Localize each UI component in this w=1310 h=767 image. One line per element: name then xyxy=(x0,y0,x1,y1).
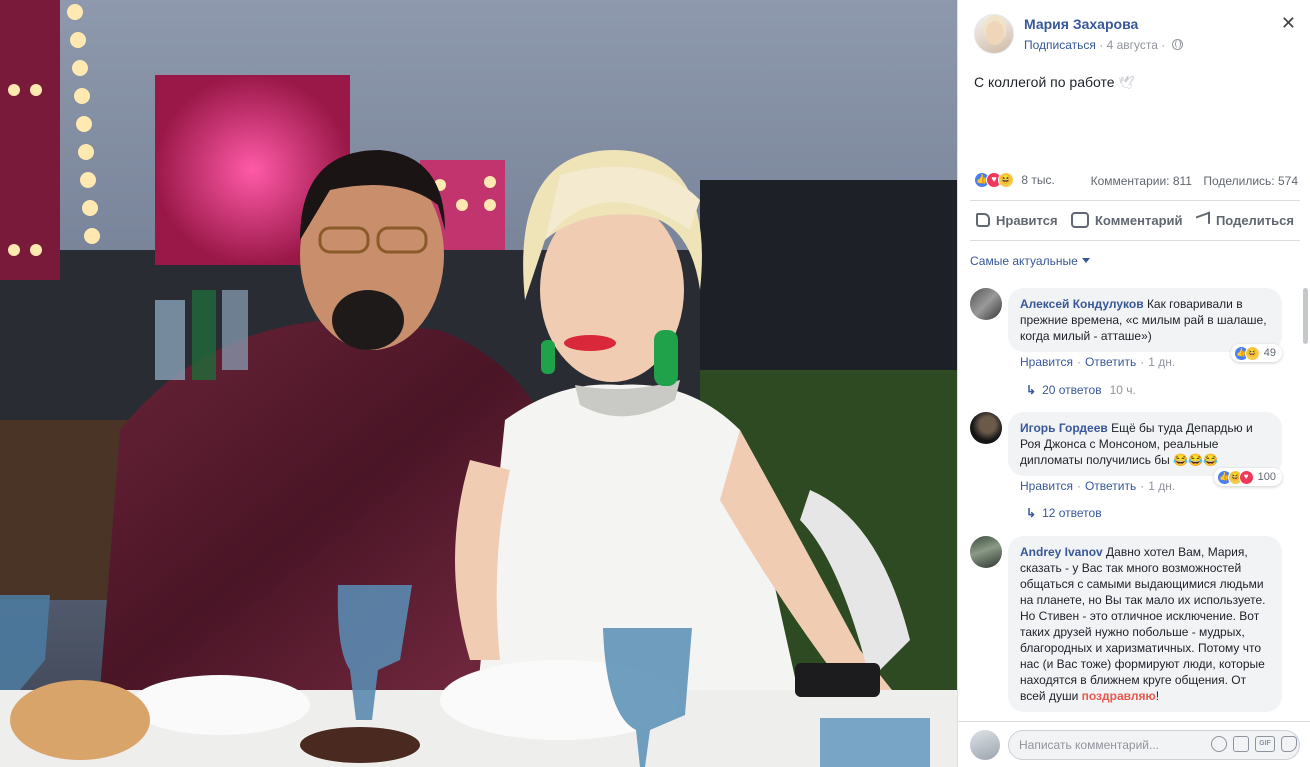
share-button[interactable]: Поделиться xyxy=(1190,206,1300,234)
reactions-bar: 👍 ♥ 😆 8 тыс. Комментарии: 811 Поделились: … xyxy=(974,172,1298,192)
comment-time[interactable]: 1 дн. xyxy=(1148,479,1175,493)
post-meta: Подписаться · 4 августа · xyxy=(1024,38,1183,52)
post-text-body: С коллегой по работе xyxy=(974,74,1115,90)
comment-sort-dropdown[interactable]: Самые актуальные xyxy=(970,254,1090,268)
meta-dot: · xyxy=(1099,38,1107,52)
comment-like-link[interactable]: Нравится xyxy=(1020,479,1073,493)
post-sidebar: Мария Захарова Подписаться · 4 августа ·… xyxy=(957,0,1310,767)
commenter-avatar[interactable] xyxy=(970,536,1002,568)
reply-arrow-icon: ↳ xyxy=(1026,383,1037,397)
commenter-name[interactable]: Алексей Кондулуков xyxy=(1020,297,1144,311)
camera-icon[interactable] xyxy=(1233,736,1249,752)
meta-dot: · xyxy=(1161,38,1169,52)
comment-reply-link[interactable]: Ответить xyxy=(1085,355,1136,369)
commenter-avatar[interactable] xyxy=(970,412,1002,444)
commenter-name[interactable]: Игорь Гордеев xyxy=(1020,421,1108,435)
post-date[interactable]: 4 августа xyxy=(1107,38,1158,52)
comment-like-link[interactable]: Нравится xyxy=(1020,355,1073,369)
commenter-avatar[interactable] xyxy=(970,288,1002,320)
love-reaction-icon: ♥ xyxy=(1238,469,1254,485)
author-avatar[interactable] xyxy=(974,14,1014,54)
comment-button-label: Комментарий xyxy=(1094,212,1183,228)
dove-emoji: 🕊 xyxy=(1118,75,1136,90)
comment-tail: ! xyxy=(1155,689,1160,703)
sticker-icon[interactable] xyxy=(1281,736,1297,752)
comment-text: Давно хотел Вам, Мария, сказать - у Вас … xyxy=(1020,545,1266,703)
comment-highlight: поздравляю xyxy=(1081,689,1156,703)
comment-actions: Нравится · Ответить · 1 дн. xyxy=(1020,479,1176,493)
comment-reactions-count: 49 xyxy=(1263,347,1276,359)
reply-arrow-icon: ↳ xyxy=(1026,506,1037,520)
photo-image xyxy=(0,0,957,767)
comment-button[interactable]: Комментарий xyxy=(1065,206,1189,234)
close-icon[interactable]: ✕ xyxy=(1281,14,1296,32)
view-replies-link[interactable]: ↳ 20 ответов 10 ч. xyxy=(1026,383,1136,397)
author-name[interactable]: Мария Захарова xyxy=(1024,16,1138,32)
comment-actions: Нравится · Ответить · 1 дн. xyxy=(1020,355,1176,369)
comment-reactions-count: 100 xyxy=(1257,471,1276,483)
reactions-count[interactable]: 8 тыс. xyxy=(1021,173,1054,187)
like-button[interactable]: Нравится xyxy=(970,206,1064,234)
composer-tools: GIF xyxy=(1211,736,1297,752)
divider xyxy=(970,200,1300,201)
comments-count[interactable]: Комментарии: 811 xyxy=(1091,174,1192,188)
sort-label: Самые актуальные xyxy=(970,254,1078,268)
comment-icon xyxy=(1070,212,1089,228)
comment-composer: Написать комментарий... GIF xyxy=(958,721,1310,767)
post-stats: Комментарии: 811 Поделились: 574 xyxy=(1091,174,1298,188)
chevron-down-icon xyxy=(1081,258,1090,263)
commenter-name[interactable]: Andrey Ivanov xyxy=(1020,545,1103,559)
post-photo[interactable] xyxy=(0,0,957,767)
comment-bubble: Andrey Ivanov Давно хотел Вам, Мария, ск… xyxy=(1008,536,1282,712)
subscribe-link[interactable]: Подписаться xyxy=(1024,38,1096,52)
comment-emoji: 😂😂😂 xyxy=(1173,453,1218,467)
post-text: С коллегой по работе 🕊 xyxy=(974,74,1135,91)
view-replies-link[interactable]: ↳ 12 ответов xyxy=(1026,506,1102,520)
divider xyxy=(970,240,1300,241)
comment-bubble: Алексей Кондулуков Как говаривали в преж… xyxy=(1008,288,1282,352)
replies-time: 10 ч. xyxy=(1109,383,1136,397)
shares-count[interactable]: Поделились: 574 xyxy=(1203,174,1298,188)
like-button-label: Нравится xyxy=(996,212,1058,228)
share-button-label: Поделиться xyxy=(1215,212,1294,228)
haha-reaction-icon: 😆 xyxy=(1244,345,1260,361)
comment-input-placeholder: Написать комментарий... xyxy=(1019,738,1160,752)
haha-reaction-icon[interactable]: 😆 xyxy=(998,172,1014,188)
gif-icon[interactable]: GIF xyxy=(1255,736,1275,752)
comment-bubble: Игорь Гордеев Ещё бы туда Депардью и Роя… xyxy=(1008,412,1282,476)
comment-reply-link[interactable]: Ответить xyxy=(1085,479,1136,493)
my-avatar xyxy=(970,730,1000,760)
emoji-icon[interactable] xyxy=(1211,736,1227,752)
scrollbar-thumb[interactable] xyxy=(1303,288,1308,344)
post-actions: Нравится Комментарий Поделиться xyxy=(970,206,1300,234)
replies-count: 12 ответов xyxy=(1042,506,1102,520)
comment-time[interactable]: 1 дн. xyxy=(1148,355,1175,369)
globe-icon[interactable] xyxy=(1171,39,1183,50)
comment-reactions[interactable]: 👍 😆 ♥ 100 xyxy=(1213,468,1282,486)
thumbs-up-icon xyxy=(976,213,990,227)
share-icon xyxy=(1195,211,1210,229)
comment-reactions[interactable]: 👍 😆 49 xyxy=(1230,344,1282,362)
replies-count: 20 ответов xyxy=(1042,383,1102,397)
